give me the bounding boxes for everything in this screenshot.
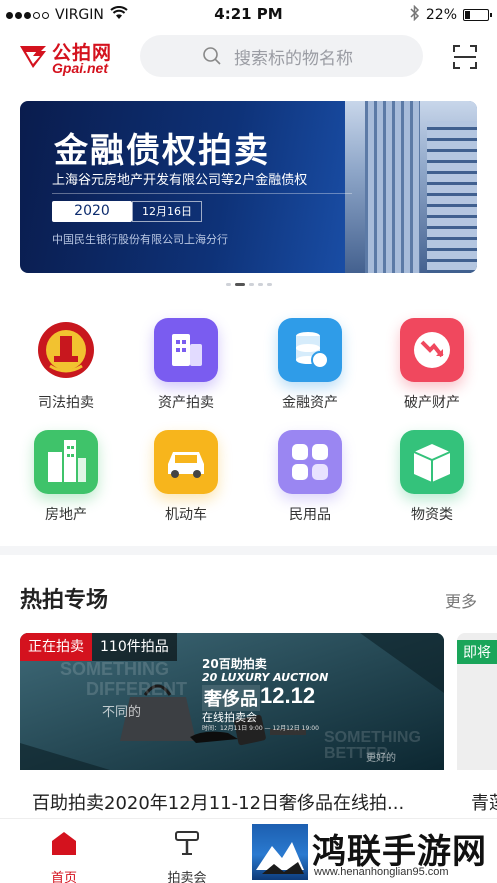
poster-something: SOMETHING <box>60 659 170 679</box>
battery-icon <box>463 9 492 21</box>
tab-auctions[interactable]: 拍卖会 <box>147 829 227 883</box>
banner-subtitle: 上海谷元房地产开发有限公司等2户金融债权 <box>52 173 308 188</box>
category-item[interactable]: 房地产 <box>16 430 116 524</box>
auction-card-image: 即将 <box>457 633 497 770</box>
banner-title: 金融债权拍卖 <box>54 131 270 171</box>
coins-icon <box>278 318 342 382</box>
banner-bank: 中国民生银行股份有限公司上海分行 <box>52 233 228 246</box>
poster-big: 奢侈品 <box>202 685 260 711</box>
category-item[interactable]: 资产拍卖 <box>136 318 236 412</box>
tab-home[interactable]: 首页 <box>24 829 104 883</box>
category-item[interactable]: 司法拍卖 <box>16 318 116 412</box>
category-label: 司法拍卖 <box>38 395 94 411</box>
more-link[interactable]: 更多 <box>445 588 477 612</box>
category-item[interactable]: 物资类 <box>382 430 482 524</box>
category-label: 民用品 <box>289 507 331 523</box>
pager-dot <box>225 283 231 286</box>
category-label: 金融资产 <box>282 395 338 411</box>
header: 公拍网 Gpai.net 搜索标的物名称 <box>0 32 497 82</box>
search-icon <box>203 47 221 65</box>
banner-date: 12月16日 <box>132 201 202 222</box>
promo-banner[interactable]: 金融债权拍卖 上海谷元房地产开发有限公司等2户金融债权 2020 12月16日 … <box>20 101 477 273</box>
category-item[interactable]: 民用品 <box>260 430 360 524</box>
scan-icon[interactable] <box>452 44 478 70</box>
banner-year: 2020 <box>52 201 132 222</box>
auction-item-count: 110件拍品 <box>92 633 177 661</box>
grid-icon <box>278 430 342 494</box>
search-placeholder: 搜索标的物名称 <box>234 48 353 69</box>
category-label: 房地产 <box>45 507 87 523</box>
box-icon <box>400 430 464 494</box>
search-bar[interactable]: 搜索标的物名称 <box>140 35 423 77</box>
battery-percent: 22% <box>425 7 457 23</box>
downtrend-icon <box>400 318 464 382</box>
logo-text-en: Gpai.net <box>52 60 109 76</box>
auction-status-live: 正在拍卖 <box>20 633 92 661</box>
gpai-logo-icon <box>20 46 46 68</box>
category-item[interactable]: 金融资产 <box>260 318 360 412</box>
tab-auctions-label: 拍卖会 <box>167 871 207 883</box>
city-icon <box>34 430 98 494</box>
pager-dot <box>234 283 245 286</box>
auction-card-name: 青莲 <box>471 793 497 814</box>
banner-building-image <box>345 101 477 273</box>
category-item[interactable]: 机动车 <box>136 430 236 524</box>
gavel-icon <box>175 831 199 855</box>
poster-different: DIFFERENT <box>86 679 187 699</box>
banner-divider <box>52 193 352 194</box>
auction-card[interactable]: SOMETHING DIFFERENT 不同的 20百助拍卖 20 LUXURY… <box>20 633 444 817</box>
tab-home-label: 首页 <box>50 871 77 883</box>
section-divider <box>0 546 497 555</box>
building-icon <box>154 318 218 382</box>
pager-dot <box>248 283 254 286</box>
court-emblem-icon <box>34 318 98 382</box>
poster-time: 时间：12月11日 9:00 — 12月12日 19:00 <box>202 725 319 732</box>
hot-section-title: 热拍专场 <box>20 588 109 613</box>
poster-butong: 不同的 <box>102 705 142 720</box>
car-icon <box>154 430 218 494</box>
poster-line1: 20百助拍卖 <box>202 657 267 671</box>
category-item[interactable]: 破产财产 <box>382 318 482 412</box>
poster-date: 12.12 <box>260 683 316 708</box>
status-right: 22% <box>410 4 492 25</box>
watermark-logo-icon <box>252 824 308 880</box>
bluetooth-icon <box>410 4 420 25</box>
site-watermark: 鸿联手游网 www.henanhonglian95.com <box>250 822 497 883</box>
gpai-logo[interactable]: 公拍网 Gpai.net <box>18 36 128 76</box>
auction-status-tag: 正在拍卖 110件拍品 <box>20 633 177 661</box>
auction-card-name: 百助拍卖2020年12月11-12日奢侈品在线拍... <box>32 793 405 814</box>
poster-genghao: 更好的 <box>366 753 396 764</box>
category-label: 破产财产 <box>404 395 460 411</box>
auction-card[interactable]: 即将 青莲 <box>457 633 497 817</box>
category-label: 资产拍卖 <box>158 395 214 411</box>
pager-dot <box>266 283 272 286</box>
category-label: 物资类 <box>411 507 453 523</box>
category-label: 机动车 <box>165 507 207 523</box>
banner-pager <box>0 283 497 287</box>
home-icon <box>52 832 76 855</box>
watermark-url: www.henanhonglian95.com <box>314 866 449 878</box>
pager-dot <box>257 283 263 286</box>
auction-status-upcoming: 即将 <box>457 640 497 664</box>
battery-level <box>465 11 470 19</box>
status-bar: VIRGIN 4:21 PM 22% <box>0 0 497 28</box>
